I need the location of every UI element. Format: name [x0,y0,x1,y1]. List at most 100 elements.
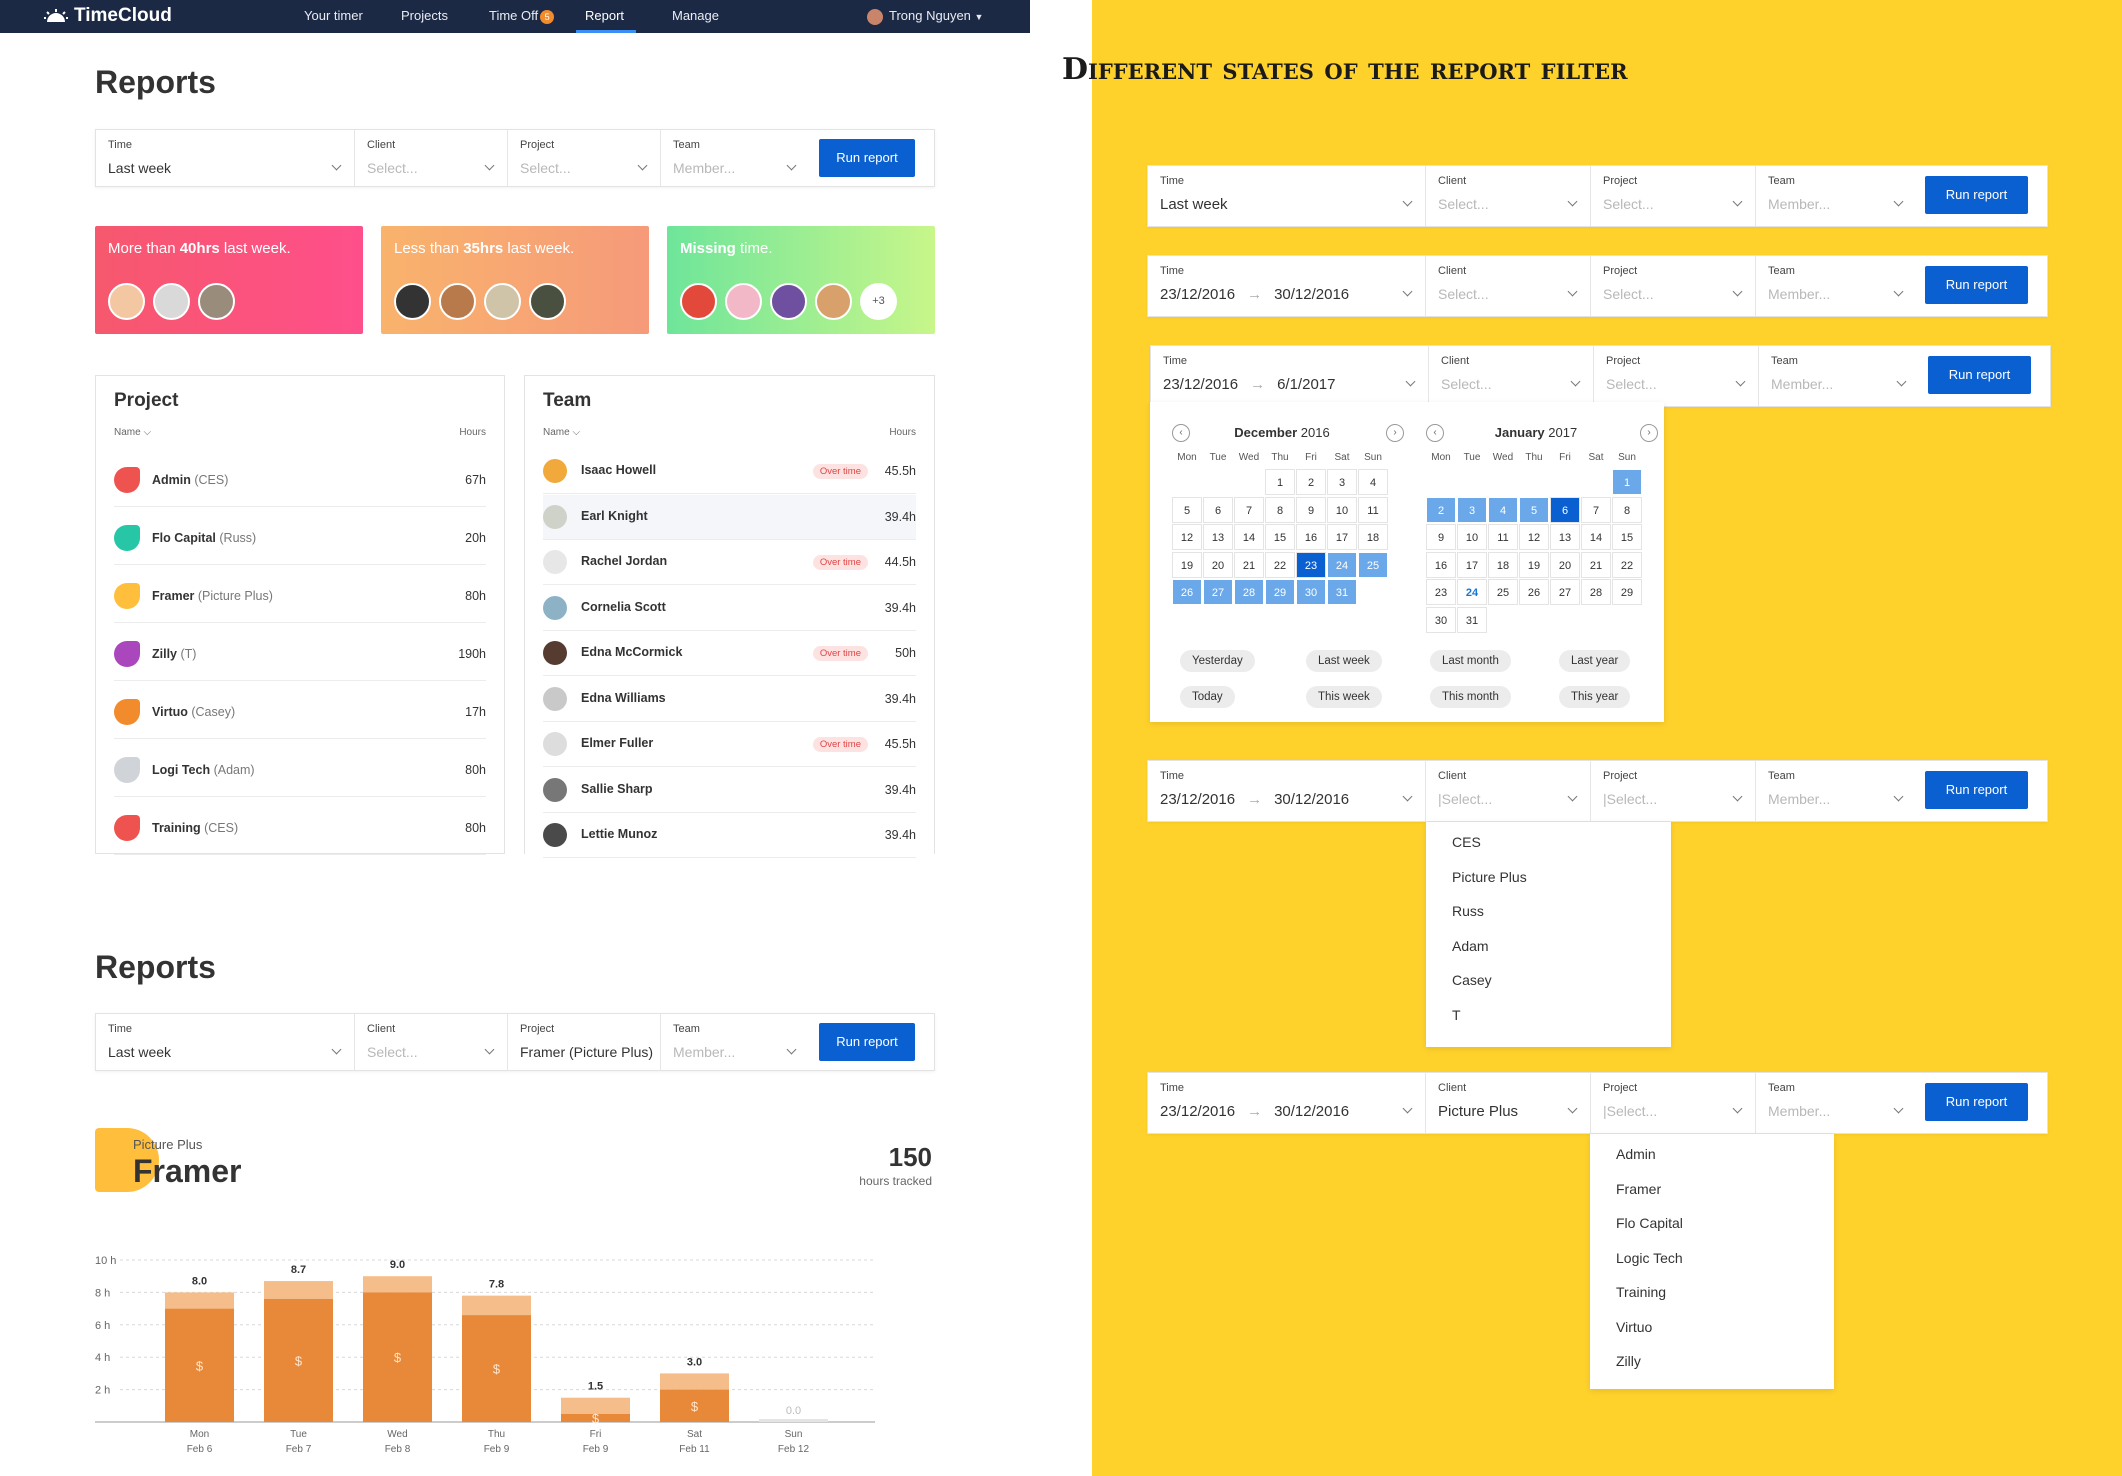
avatar[interactable] [529,283,566,320]
team-filter[interactable]: Team Member... [1759,346,1919,406]
calendar-day[interactable]: 5 [1172,496,1202,523]
project-filter[interactable]: Project Select... [508,130,661,186]
calendar-day[interactable]: 20 [1203,551,1233,578]
nav-projects[interactable]: Projects [401,8,448,23]
calendar-day[interactable]: 4 [1488,496,1518,523]
project-filter[interactable]: Project Select... [1594,346,1759,406]
calendar-day[interactable]: 2 [1426,496,1456,523]
calendar-day[interactable]: 31 [1457,606,1487,633]
avatar[interactable] [815,283,852,320]
avatar[interactable] [725,283,762,320]
nav-your-timer[interactable]: Your timer [304,8,363,23]
quick-range-button[interactable]: This week [1306,686,1382,708]
project-filter[interactable]: Project |Select... [1591,1073,1756,1133]
calendar-day[interactable]: 19 [1172,551,1202,578]
calendar-day[interactable]: 18 [1488,551,1518,578]
team-row[interactable]: Edna Williams 39.4h [543,677,916,722]
nav-report[interactable]: Report [585,8,624,23]
bar-empty[interactable] [759,1419,828,1422]
time-filter[interactable]: Time 23/12/2016 → 6/1/2017 [1151,346,1429,406]
calendar-day[interactable]: 8 [1612,496,1642,523]
time-filter[interactable]: Time 23/12/2016 → 30/12/2016 [1148,1073,1426,1133]
client-filter[interactable]: Client Select... [1429,346,1594,406]
avatar[interactable] [484,283,521,320]
calendar-day[interactable]: 6 [1550,496,1580,523]
project-filter[interactable]: Project Select... [1591,166,1756,226]
sort-name-button[interactable]: Name ⌵ [114,427,151,438]
team-filter[interactable]: Team Member... [1756,256,1916,316]
run-report-button[interactable]: Run report [1925,176,2028,214]
avatar[interactable] [770,283,807,320]
project-input[interactable]: |Select... [1603,1103,1657,1119]
calendar-day[interactable]: 14 [1581,524,1611,550]
calendar-day[interactable]: 4 [1358,469,1388,495]
client-option[interactable]: Casey [1452,972,1492,988]
bar-nonbillable[interactable] [462,1295,531,1316]
calendar-day[interactable]: 13 [1550,524,1580,550]
calendar-day[interactable]: 30 [1296,579,1326,605]
bar-nonbillable[interactable] [363,1276,432,1293]
project-option[interactable]: Training [1616,1284,1666,1300]
calendar-day[interactable]: 28 [1234,579,1264,605]
team-filter[interactable]: Team Member... [1756,761,1916,821]
calendar-day[interactable]: 20 [1550,551,1580,578]
client-option[interactable]: CES [1452,834,1481,850]
more-avatars-badge[interactable]: +3 [860,283,897,320]
calendar-day[interactable]: 9 [1426,524,1456,550]
time-filter[interactable]: Time 23/12/2016 → 30/12/2016 [1148,256,1426,316]
client-option[interactable]: Picture Plus [1452,869,1527,885]
calendar-day[interactable]: 13 [1203,524,1233,550]
client-filter[interactable]: Client Select... [1426,166,1591,226]
project-option[interactable]: Virtuo [1616,1319,1652,1335]
avatar[interactable] [198,283,235,320]
calendar-day[interactable]: 23 [1296,551,1326,578]
calendar-day[interactable]: 30 [1426,606,1456,633]
card-over-40[interactable]: More than 40hrs last week. [95,226,363,334]
team-filter[interactable]: Team Member... [661,1014,809,1070]
bar-nonbillable[interactable] [660,1373,729,1390]
calendar-day[interactable]: 11 [1488,524,1518,550]
calendar-day[interactable]: 1 [1612,469,1642,495]
calendar-day[interactable]: 21 [1581,551,1611,578]
card-under-35[interactable]: Less than 35hrs last week. [381,226,649,334]
avatar[interactable] [394,283,431,320]
client-filter[interactable]: Client Select... [355,130,508,186]
calendar-day[interactable]: 8 [1265,496,1295,523]
client-filter[interactable]: Client Select... [1426,256,1591,316]
calendar-day[interactable]: 27 [1550,579,1580,605]
calendar-day[interactable]: 14 [1234,524,1264,550]
project-row[interactable]: Admin (CES) 67h [114,449,486,507]
user-menu[interactable]: Trong Nguyen ▼ [867,8,983,25]
calendar-day[interactable]: 31 [1327,579,1357,605]
calendar-day[interactable]: 10 [1327,496,1357,523]
project-option[interactable]: Framer [1616,1181,1661,1197]
quick-range-button[interactable]: Last year [1559,650,1631,672]
calendar-day[interactable]: 11 [1358,496,1388,523]
calendar-day[interactable]: 26 [1519,579,1549,605]
calendar-day[interactable]: 7 [1581,496,1611,523]
nav-manage[interactable]: Manage [672,8,719,23]
avatar[interactable] [439,283,476,320]
project-row[interactable]: Training (CES) 80h [114,797,486,855]
calendar-day[interactable]: 22 [1265,551,1295,578]
time-filter[interactable]: Time 23/12/2016 → 30/12/2016 [1148,761,1426,821]
run-report-button[interactable]: Run report [819,139,915,177]
calendar-day[interactable]: 25 [1488,579,1518,605]
quick-range-button[interactable]: Yesterday [1180,650,1255,672]
run-report-button[interactable]: Run report [1925,1083,2028,1121]
client-filter[interactable]: Client |Select... [1426,761,1591,821]
quick-range-button[interactable]: This year [1559,686,1631,708]
calendar-day[interactable]: 27 [1203,579,1233,605]
calendar-day[interactable]: 23 [1426,579,1456,605]
client-input[interactable]: |Select... [1438,791,1492,807]
avatar[interactable] [108,283,145,320]
calendar-day[interactable]: 29 [1612,579,1642,605]
project-row[interactable]: Logi Tech (Adam) 80h [114,739,486,797]
calendar-day[interactable]: 17 [1457,551,1487,578]
team-row[interactable]: Earl Knight 39.4h [543,494,916,540]
quick-range-button[interactable]: Last month [1430,650,1511,672]
run-report-button[interactable]: Run report [1925,266,2028,304]
time-filter[interactable]: Time Last week [96,130,355,186]
calendar-day[interactable]: 21 [1234,551,1264,578]
project-option[interactable]: Admin [1616,1146,1656,1162]
